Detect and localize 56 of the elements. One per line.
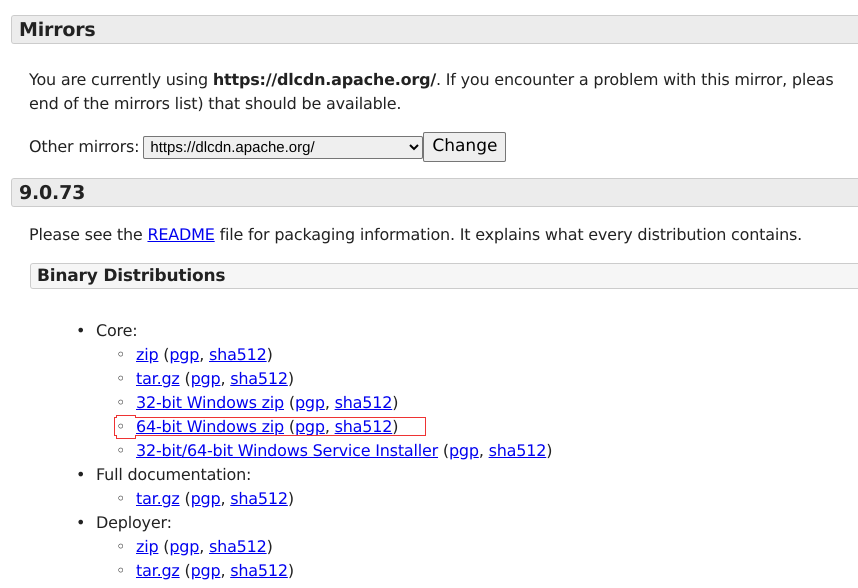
mirror-select[interactable]: https://dlcdn.apache.org/ bbox=[143, 136, 424, 158]
download-link[interactable]: zip bbox=[136, 345, 158, 364]
signature-link[interactable]: pgp bbox=[190, 369, 220, 388]
download-link[interactable]: 32-bit Windows zip bbox=[136, 393, 284, 412]
subsection-heading: Binary Distributions bbox=[30, 263, 858, 289]
section-heading: Mirrors bbox=[11, 15, 858, 44]
download-link[interactable]: tar.gz bbox=[136, 561, 180, 580]
signature-link[interactable]: pgp bbox=[294, 417, 325, 436]
download-entry: 32-bit/64-bit Windows Service Installer (pgp, sha512) bbox=[136, 441, 552, 460]
paragraph-line: You are currently using https://dlcdn.apache.org/. If you encounter a problem with this mirror, pleas bbox=[29, 69, 834, 91]
section-heading: 9.0.73 bbox=[11, 178, 858, 207]
list-marker: ◦ bbox=[116, 560, 126, 582]
list-marker: ◦ bbox=[116, 488, 126, 510]
list-marker: ◦ bbox=[116, 416, 126, 438]
checksum-link[interactable]: sha512 bbox=[488, 441, 546, 460]
readme-link[interactable]: README bbox=[147, 225, 215, 244]
checksum-link[interactable]: sha512 bbox=[334, 417, 392, 436]
download-entry: tar.gz (pgp, sha512) bbox=[136, 489, 294, 508]
download-entry: tar.gz (pgp, sha512) bbox=[136, 561, 294, 580]
checksum-link[interactable]: sha512 bbox=[230, 561, 288, 580]
signature-link[interactable]: pgp bbox=[190, 489, 220, 508]
mirror-label: Other mirrors: bbox=[29, 136, 140, 158]
list-marker: ◦ bbox=[116, 344, 126, 366]
change-button[interactable]: Change bbox=[423, 132, 506, 162]
group-label: Deployer: bbox=[96, 513, 172, 532]
download-entry: 64-bit Windows zip (pgp, sha512) bbox=[136, 417, 398, 436]
download-entry: 32-bit Windows zip (pgp, sha512) bbox=[136, 393, 398, 412]
download-link[interactable]: zip bbox=[136, 537, 158, 556]
list-marker: • bbox=[76, 320, 86, 342]
checksum-link[interactable]: sha512 bbox=[230, 489, 288, 508]
download-entry: zip (pgp, sha512) bbox=[136, 345, 273, 364]
checksum-link[interactable]: sha512 bbox=[209, 537, 267, 556]
list-marker: • bbox=[76, 512, 86, 534]
paragraph: Please see the README file for packaging information. It explains what every distribution contains. bbox=[29, 224, 804, 246]
signature-link[interactable]: pgp bbox=[169, 345, 200, 364]
group-label: Full documentation: bbox=[96, 465, 252, 484]
download-link[interactable]: tar.gz bbox=[136, 489, 180, 508]
download-entry: tar.gz (pgp, sha512) bbox=[136, 369, 294, 388]
signature-link[interactable]: pgp bbox=[169, 537, 200, 556]
list-marker: ◦ bbox=[116, 536, 126, 558]
checksum-link[interactable]: sha512 bbox=[334, 393, 392, 412]
list-marker: ◦ bbox=[116, 440, 126, 462]
list-marker: • bbox=[76, 464, 86, 486]
group-label: Core: bbox=[96, 321, 138, 340]
download-entry: zip (pgp, sha512) bbox=[136, 537, 273, 556]
download-link[interactable]: 32-bit/64-bit Windows Service Installer bbox=[136, 441, 438, 460]
list-marker: ◦ bbox=[116, 392, 126, 414]
paragraph-line: end of the mirrors list) that should be available. bbox=[29, 93, 402, 115]
signature-link[interactable]: pgp bbox=[190, 561, 220, 580]
checksum-link[interactable]: sha512 bbox=[230, 369, 288, 388]
signature-link[interactable]: pgp bbox=[448, 441, 479, 460]
download-link[interactable]: tar.gz bbox=[136, 369, 180, 388]
checksum-link[interactable]: sha512 bbox=[209, 345, 267, 364]
signature-link[interactable]: pgp bbox=[294, 393, 325, 412]
download-link[interactable]: 64-bit Windows zip bbox=[136, 417, 284, 436]
list-marker: ◦ bbox=[116, 368, 126, 390]
